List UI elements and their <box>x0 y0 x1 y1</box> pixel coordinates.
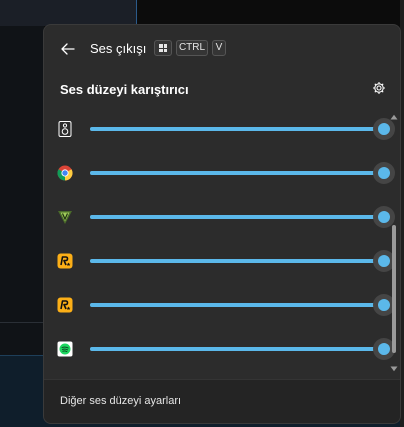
volume-slider[interactable] <box>90 250 395 272</box>
rockstar-icon <box>57 253 73 269</box>
shortcut-key-ctrl: CTRL <box>176 40 208 56</box>
background-window <box>0 0 137 26</box>
volume-slider[interactable] <box>90 206 395 228</box>
list-scrollbar[interactable] <box>389 113 399 375</box>
windows-logo-icon <box>159 44 167 52</box>
slider-fill <box>90 127 384 131</box>
volume-slider[interactable] <box>90 118 395 140</box>
mixer-row-gta-v <box>44 195 395 239</box>
mixer-settings-button[interactable] <box>370 79 388 97</box>
scroll-down-button[interactable] <box>390 365 398 373</box>
slider-fill <box>90 171 384 175</box>
gear-icon <box>373 82 385 94</box>
chrome-icon <box>57 165 73 181</box>
rockstar-icon <box>57 297 73 313</box>
slider-fill <box>90 347 384 351</box>
shortcut-key-windows <box>154 40 172 56</box>
scroll-up-button[interactable] <box>390 113 398 121</box>
more-volume-settings-link[interactable]: Diğer ses düzeyi ayarları <box>60 395 181 407</box>
slider-fill <box>90 215 384 219</box>
arrow-left-icon <box>61 43 75 55</box>
volume-mixer-flyout: Ses çıkışı CTRL V Ses düzeyi karıştırıcı <box>43 24 401 424</box>
mixer-row-rockstar-service <box>44 283 395 327</box>
volume-slider[interactable] <box>90 294 395 316</box>
mixer-row-rockstar-launcher <box>44 239 395 283</box>
slider-fill <box>90 259 384 263</box>
mixer-row-chrome <box>44 151 395 195</box>
gta-v-icon <box>57 209 73 225</box>
caret-down-icon <box>390 366 398 372</box>
background-app-area <box>0 26 44 356</box>
background-divider <box>0 322 44 323</box>
page-title: Ses çıkışı <box>90 41 147 56</box>
slider-fill <box>90 303 384 307</box>
mixer-row-spotify <box>44 327 395 371</box>
shortcut-key-v: V <box>212 40 226 56</box>
speaker-icon <box>57 121 73 137</box>
caret-up-icon <box>390 114 398 120</box>
flyout-footer: Diğer ses düzeyi ayarları <box>44 379 400 423</box>
scrollbar-thumb[interactable] <box>392 225 396 353</box>
mixer-title: Ses düzeyi karıştırıcı <box>60 82 189 97</box>
mixer-row-speakers <box>44 107 395 151</box>
flyout-header: Ses çıkışı CTRL V <box>44 25 400 73</box>
volume-slider[interactable] <box>90 338 395 360</box>
mixer-app-list <box>44 107 400 379</box>
back-button[interactable] <box>56 37 80 61</box>
spotify-icon <box>57 341 73 357</box>
volume-slider[interactable] <box>90 162 395 184</box>
